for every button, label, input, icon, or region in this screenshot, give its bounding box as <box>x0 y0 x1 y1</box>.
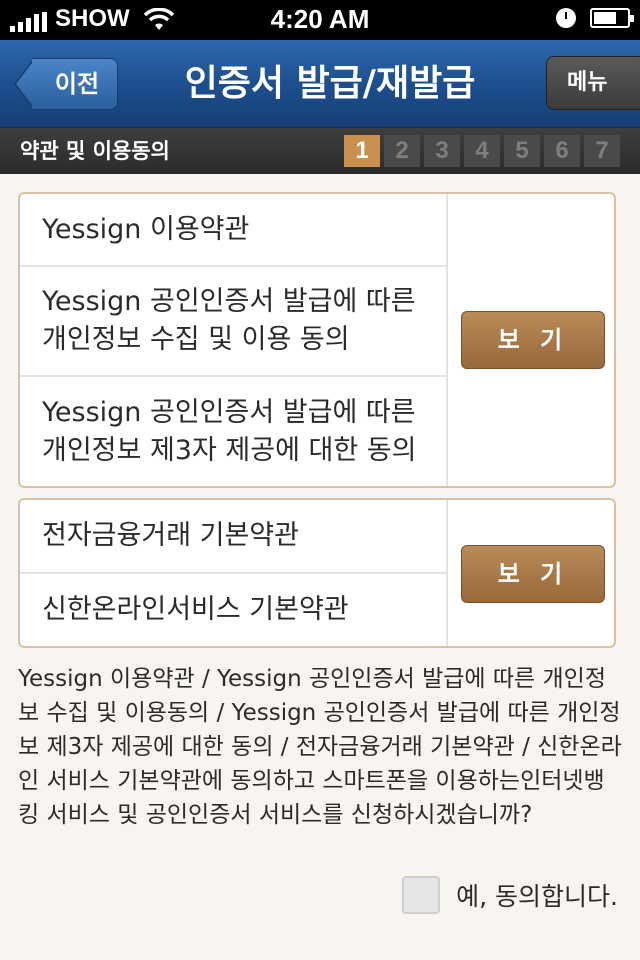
step-6: 6 <box>544 135 580 167</box>
alarm-clock-icon <box>556 8 576 28</box>
back-button-label: 이전 <box>54 70 100 98</box>
step-5: 5 <box>504 135 540 167</box>
agreement-item-label: Yessign 이용약관 <box>42 213 250 245</box>
page-title: 인증서 발급/재발급 <box>184 63 476 104</box>
agreement-item-label: 신한온라인서비스 기본약관 <box>42 594 349 625</box>
step-4: 4 <box>464 135 500 167</box>
view-button[interactable]: 보 기 <box>461 311 605 369</box>
agreement-item-label: Yessign 공인인증서 발급에 따른 개인정보 제3자 제공에 대한 동의 <box>42 396 417 466</box>
step-7: 7 <box>584 135 620 167</box>
agreement-group-yessign: Yessign 이용약관 Yessign 공인인증서 발급에 따른 개인정보 수… <box>18 192 616 488</box>
menu-button[interactable]: 메뉴 <box>546 56 640 110</box>
consent-summary-text: Yessign 이용약관 / Yessign 공인인증서 발급에 따른 개인정보… <box>18 666 622 828</box>
step-bar: 약관 및 이용동의 1 2 3 4 5 6 7 <box>0 128 640 174</box>
agreement-item-third-party: Yessign 공인인증서 발급에 따른 개인정보 제3자 제공에 대한 동의 <box>20 377 446 486</box>
battery-icon <box>590 8 634 28</box>
step-indicator: 1 2 3 4 5 6 7 <box>344 135 620 167</box>
agreement-item-label: 전자금융거래 기본약관 <box>42 520 299 551</box>
status-time: 4:20 AM <box>270 4 370 34</box>
step-3: 3 <box>424 135 460 167</box>
agreement-item-label: Yessign 공인인증서 발급에 따른 개인정보 수집 및 이용 동의 <box>42 286 416 355</box>
status-bar: SHOW 4:20 AM <box>0 0 640 40</box>
agreement-list: 전자금융거래 기본약관 신한온라인서비스 기본약관 <box>20 500 448 646</box>
back-button[interactable]: 이전 <box>14 58 118 110</box>
status-right <box>556 8 634 28</box>
view-button[interactable]: 보 기 <box>461 545 605 603</box>
agreement-group-shinhan: 전자금융거래 기본약관 신한온라인서비스 기본약관 보 기 <box>18 498 616 648</box>
agreement-item-yessign-terms: Yessign 이용약관 <box>20 194 446 267</box>
agreement-list: Yessign 이용약관 Yessign 공인인증서 발급에 따른 개인정보 수… <box>20 194 448 486</box>
step-title: 약관 및 이용동의 <box>20 139 170 163</box>
step-2: 2 <box>384 135 420 167</box>
agree-checkbox[interactable] <box>402 876 441 914</box>
agreement-item-online-service-terms: 신한온라인서비스 기본약관 <box>20 574 446 646</box>
agreement-item-e-finance-terms: 전자금융거래 기본약관 <box>20 500 446 574</box>
agreement-item-personal-info-collection: Yessign 공인인증서 발급에 따른 개인정보 수집 및 이용 동의 <box>20 267 446 377</box>
agree-checkbox-row[interactable]: 예, 동의합니다. <box>402 876 618 914</box>
step-1: 1 <box>344 135 380 167</box>
agree-label[interactable]: 예, 동의합니다. <box>456 877 618 913</box>
navigation-bar: 이전 인증서 발급/재발급 메뉴 <box>0 40 640 128</box>
